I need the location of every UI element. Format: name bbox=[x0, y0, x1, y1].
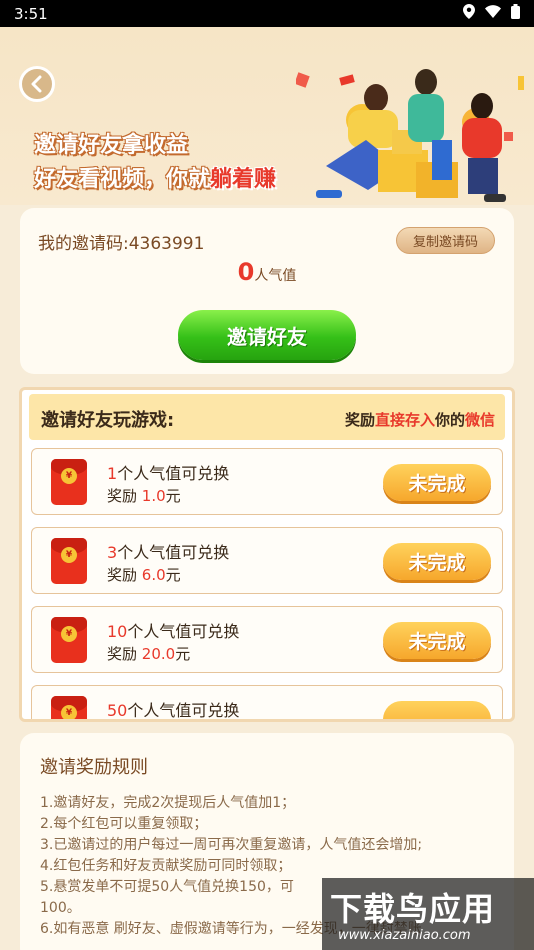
reward-status-button[interactable]: 未完成 bbox=[383, 543, 491, 580]
reward-status-button[interactable] bbox=[383, 701, 491, 719]
rewards-title: 邀请好友玩游戏: bbox=[41, 410, 175, 431]
rule-item: 2.每个红包可以重复领取； bbox=[40, 816, 208, 832]
reward-requirement-text: 个人气值可兑换 bbox=[127, 622, 240, 641]
reward-requirement-text: 个人气值可兑换 bbox=[127, 701, 240, 720]
reward-status-button[interactable]: 未完成 bbox=[383, 464, 491, 501]
reward-count: 50 bbox=[107, 701, 128, 720]
reward-count: 1 bbox=[107, 464, 118, 483]
hero-subheadline-highlight: 躺着赚 bbox=[210, 167, 277, 192]
reward-unit: 元 bbox=[165, 566, 181, 584]
reward-requirement-text: 个人气值可兑换 bbox=[117, 464, 230, 483]
red-envelope-icon: ¥ bbox=[51, 538, 87, 584]
rule-item: 1.邀请好友，完成2次提现后人气值加1； bbox=[40, 795, 296, 811]
rewards-note-prefix: 奖励 bbox=[344, 411, 375, 429]
reward-requirement: 50个人气值可兑换 bbox=[107, 697, 240, 720]
rule-item: 4.红包任务和好友贡献奖励可同时领取； bbox=[40, 858, 292, 874]
reward-unit: 元 bbox=[165, 487, 181, 505]
red-envelope-icon: ¥ bbox=[51, 459, 87, 505]
reward-item: ¥ 10个人气值可兑换 奖励 20.0元 未完成 bbox=[31, 606, 503, 673]
reward-amount: 奖励 6.0元 bbox=[107, 564, 181, 585]
reward-amount: 奖励 1.0元 bbox=[107, 485, 181, 506]
reward-value: 20.0 bbox=[141, 645, 176, 663]
popularity-value: 0 bbox=[237, 258, 255, 286]
status-bar: 3:51 bbox=[0, 0, 534, 27]
reward-list: ¥ 1个人气值可兑换 奖励 1.0元 未完成 ¥ 3个人气值可兑换 奖励 6.0… bbox=[31, 448, 503, 720]
red-envelope-icon: ¥ bbox=[51, 617, 87, 663]
reward-label: 奖励 bbox=[107, 487, 138, 505]
hero-illustration-image bbox=[296, 69, 524, 202]
wifi-icon bbox=[485, 5, 501, 22]
rewards-note-red2: 微信 bbox=[464, 411, 495, 429]
status-icons bbox=[463, 4, 520, 23]
hero-headline: 邀请好友拿收益 bbox=[34, 133, 189, 158]
reward-requirement: 3个人气值可兑换 bbox=[107, 539, 229, 563]
battery-icon bbox=[511, 4, 520, 23]
hero-subheadline-prefix: 好友看视频，你就 bbox=[34, 167, 211, 192]
invite-code-card: 我的邀请码:4363991 复制邀请码 0人气值 邀请好友 bbox=[20, 208, 514, 374]
reward-item: ¥ 1个人气值可兑换 奖励 1.0元 未完成 bbox=[31, 448, 503, 515]
reward-status-button[interactable]: 未完成 bbox=[383, 622, 491, 659]
invite-code-label: 我的邀请码:4363991 bbox=[38, 234, 205, 254]
rule-item: 3.已邀请过的用户每过一周可再次重复邀请，人气值还会增加; bbox=[40, 837, 423, 853]
reward-label: 奖励 bbox=[107, 645, 138, 663]
rewards-note: 奖励直接存入你的微信 bbox=[345, 409, 495, 430]
reward-item: ¥ 3个人气值可兑换 奖励 6.0元 未完成 bbox=[31, 527, 503, 594]
reward-label: 奖励 bbox=[107, 566, 138, 584]
location-icon bbox=[463, 4, 475, 23]
reward-value: 6.0 bbox=[141, 566, 166, 584]
reward-amount: 奖励 20.0元 bbox=[107, 643, 190, 664]
copy-invite-code-button[interactable]: 复制邀请码 bbox=[396, 227, 495, 254]
reward-requirement: 10个人气值可兑换 bbox=[107, 618, 239, 642]
invite-friends-button[interactable]: 邀请好友 bbox=[178, 310, 356, 360]
rewards-note-red1: 直接存入 bbox=[374, 411, 435, 429]
watermark-title: 下载鸟应用 bbox=[330, 890, 496, 928]
rules-title: 邀请奖励规则 bbox=[40, 757, 148, 778]
rewards-card: 邀请好友玩游戏: 奖励直接存入你的微信 ¥ 1个人气值可兑换 奖励 1.0元 未… bbox=[19, 387, 515, 722]
red-envelope-icon: ¥ bbox=[51, 696, 87, 719]
popularity-unit: 人气值 bbox=[254, 268, 297, 284]
watermark-url: www.xiazainiao.com bbox=[338, 928, 471, 943]
rewards-note-mid: 你的 bbox=[434, 411, 465, 429]
reward-item: ¥ 50个人气值可兑换 bbox=[31, 685, 503, 720]
site-watermark: 下载鸟应用 www.xiazainiao.com bbox=[322, 878, 534, 950]
hero-subheadline: 好友看视频，你就躺着赚 bbox=[34, 161, 276, 193]
reward-value: 1.0 bbox=[141, 487, 166, 505]
back-button[interactable] bbox=[19, 66, 55, 102]
status-time: 3:51 bbox=[14, 4, 48, 23]
reward-unit: 元 bbox=[175, 645, 191, 663]
chevron-left-icon bbox=[31, 75, 42, 93]
reward-count: 3 bbox=[107, 543, 118, 562]
reward-requirement-text: 个人气值可兑换 bbox=[117, 543, 230, 562]
popularity-display: 0人气值 bbox=[20, 258, 514, 286]
reward-requirement: 1个人气值可兑换 bbox=[107, 460, 229, 484]
reward-count: 10 bbox=[107, 622, 128, 641]
hero-banner: 邀请好友拿收益 好友看视频，你就躺着赚 bbox=[0, 27, 534, 205]
rewards-header: 邀请好友玩游戏: 奖励直接存入你的微信 bbox=[29, 394, 505, 440]
